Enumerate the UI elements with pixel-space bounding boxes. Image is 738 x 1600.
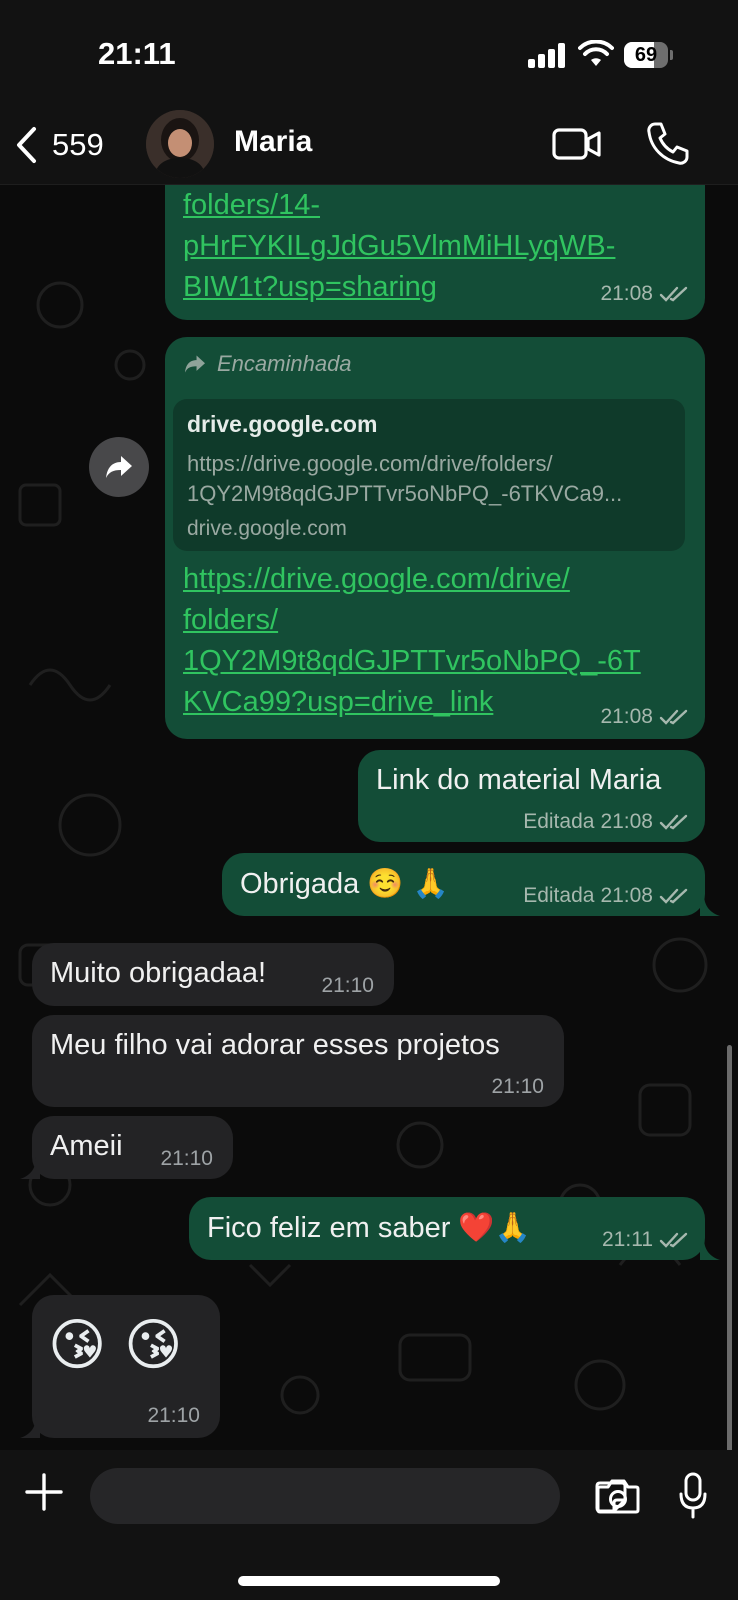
chat-header: 559 Maria [0, 108, 738, 185]
bubble-tail [700, 1238, 720, 1260]
message-meta: Editada 21:08 [523, 810, 689, 834]
message-time: 21:10 [491, 1075, 544, 1098]
message-text: Ameii [50, 1130, 123, 1162]
message-outgoing[interactable]: Fico feliz em saber ❤️🙏 21:11 [189, 1197, 705, 1260]
message-text: Meu filho vai adorar esses projetos [50, 1029, 500, 1061]
composer-bar [0, 1450, 738, 1600]
double-check-icon [659, 286, 688, 302]
message-meta: 21:10 [491, 1075, 544, 1099]
forwarded-label: Encaminhada [183, 351, 352, 377]
microphone-icon[interactable] [678, 1472, 708, 1520]
preview-url: https://drive.google.com/drive/folders/ … [187, 451, 623, 506]
status-bar: 21:11 69 [0, 0, 738, 108]
link-preview-card[interactable]: drive.google.com https://drive.google.co… [173, 399, 685, 551]
home-indicator[interactable] [238, 1576, 500, 1586]
signal-icon [528, 42, 568, 68]
back-button[interactable]: 559 [14, 120, 104, 170]
message-time: 21:10 [160, 1147, 213, 1170]
double-check-icon [659, 709, 688, 725]
scrollbar[interactable] [727, 1045, 732, 1450]
forward-button[interactable] [89, 437, 149, 497]
battery-icon: 69 [624, 42, 673, 68]
message-emojis: 😘 😘 [48, 1313, 183, 1378]
message-input[interactable] [90, 1468, 627, 1524]
double-check-icon [659, 1232, 688, 1248]
message-incoming[interactable]: Ameii 21:10 [32, 1116, 233, 1179]
message-emojis: ☺️ 🙏 [367, 866, 449, 900]
edited-label: Editada [523, 810, 595, 833]
message-outgoing-link-1[interactable]: folders/14- pHrFYKILgJdGu5VlmMiHLyqWB- B… [165, 185, 705, 320]
bubble-tail [20, 1416, 40, 1438]
bubble-tail [700, 894, 720, 916]
message-time: 21:08 [600, 810, 653, 833]
unread-count: 559 [52, 127, 104, 162]
message-time: 21:08 [600, 884, 653, 907]
contact-name[interactable]: Maria [234, 125, 312, 159]
message-meta: 21:08 [600, 282, 689, 306]
chevron-left-icon [17, 127, 36, 163]
video-icon[interactable] [552, 124, 602, 164]
message-meta: Editada 21:08 [523, 884, 689, 908]
preview-title: drive.google.com [187, 411, 378, 437]
message-emojis: ❤️🙏 [458, 1210, 531, 1244]
message-meta: 21:08 [600, 705, 689, 729]
message-link[interactable]: https://drive.google.com/drive/ folders/… [183, 559, 693, 723]
message-time: 21:10 [147, 1404, 200, 1427]
preview-domain: drive.google.com [187, 517, 347, 540]
status-time: 21:11 [98, 36, 176, 71]
message-text: Fico feliz em saber ❤️🙏 [207, 1210, 531, 1244]
message-outgoing[interactable]: Obrigada ☺️ 🙏 Editada 21:08 [222, 853, 705, 916]
message-time: 21:08 [600, 705, 653, 728]
message-outgoing[interactable]: Link do material Maria Editada 21:08 [358, 750, 705, 842]
forward-icon [106, 456, 132, 478]
plus-icon[interactable] [24, 1472, 64, 1512]
message-incoming[interactable]: Muito obrigadaa! 21:10 [32, 943, 394, 1006]
message-time: 21:11 [602, 1228, 653, 1251]
double-check-icon [659, 888, 688, 904]
wifi-icon [578, 40, 614, 66]
contact-avatar[interactable] [146, 110, 214, 178]
battery-level: 69 [634, 44, 658, 66]
chat-area[interactable]: folders/14- pHrFYKILgJdGu5VlmMiHLyqWB- B… [0, 185, 738, 1450]
message-meta: 21:10 [147, 1404, 200, 1428]
message-outgoing-forwarded[interactable]: Encaminhada drive.google.com https://dri… [165, 337, 705, 739]
message-incoming-emoji[interactable]: 😘 😘 21:10 [32, 1295, 220, 1438]
message-time: 21:10 [321, 974, 374, 997]
forward-icon [185, 355, 205, 373]
message-text: Obrigada ☺️ 🙏 [240, 866, 449, 900]
message-time: 21:08 [600, 282, 653, 305]
message-meta: 21:11 [602, 1228, 689, 1252]
camera-icon[interactable] [596, 1478, 640, 1514]
double-check-icon [659, 814, 688, 830]
edited-label: Editada [523, 884, 595, 907]
message-incoming[interactable]: Meu filho vai adorar esses projetos 21:1… [32, 1015, 564, 1107]
bubble-tail [20, 1157, 40, 1179]
message-text: Muito obrigadaa! [50, 957, 267, 989]
message-meta: 21:10 [160, 1147, 213, 1171]
phone-icon[interactable] [645, 120, 689, 166]
message-meta: 21:10 [321, 974, 374, 998]
message-text: Link do material Maria [376, 764, 662, 796]
